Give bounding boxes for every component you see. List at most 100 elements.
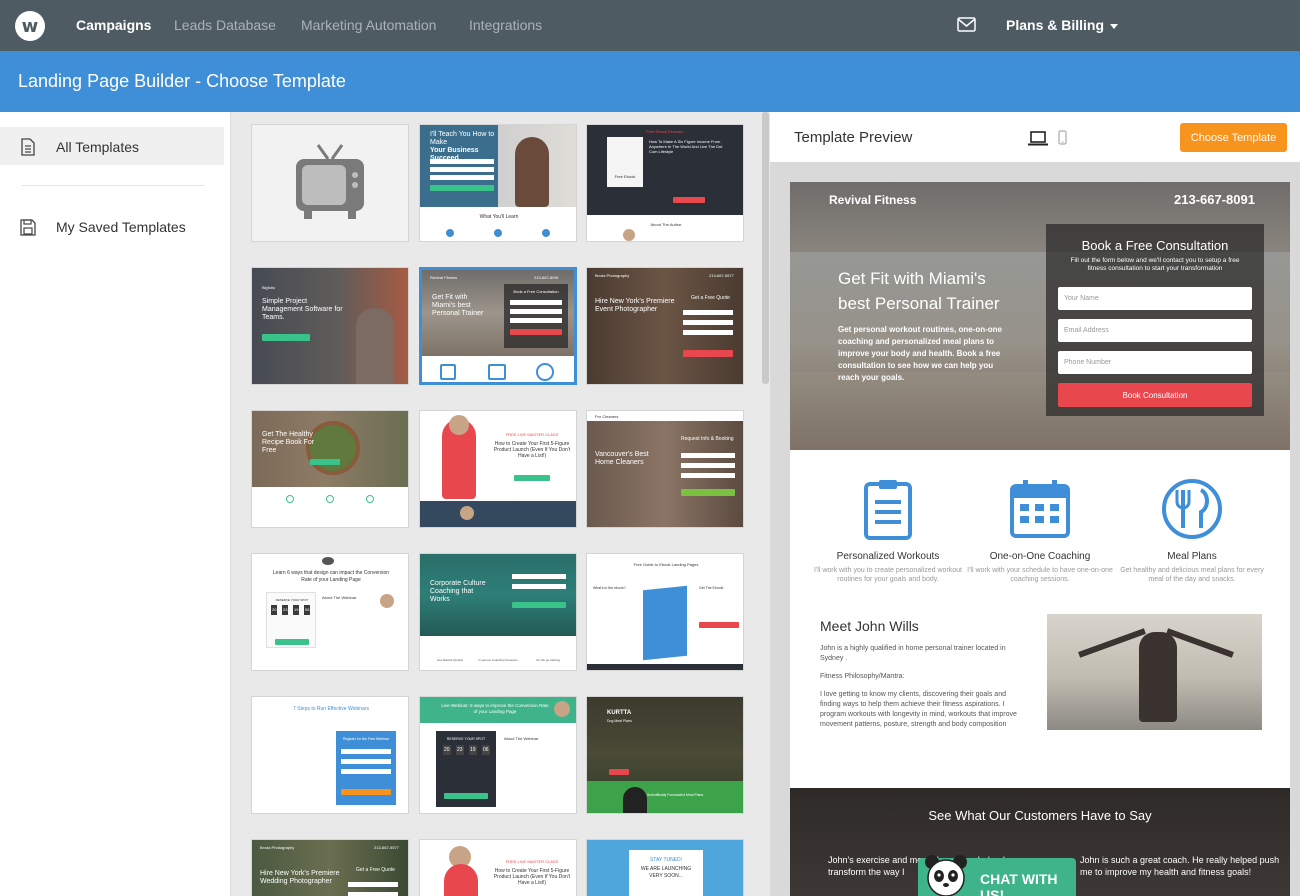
mail-icon[interactable] (957, 17, 976, 32)
thumb-field (683, 330, 733, 335)
thumb-button (681, 489, 735, 496)
page-header: Landing Page Builder - Choose Template (0, 51, 1300, 112)
template-thumb-blank[interactable] (251, 124, 409, 242)
thumb-button (512, 602, 566, 608)
thumb-meal-icon (536, 363, 554, 381)
thumb-text: 213-667-5577 (374, 845, 399, 850)
thumb-field (430, 167, 494, 172)
thumb-text: Revival Fitness (430, 275, 458, 280)
lp-meet-title: Meet John Wills (820, 618, 919, 634)
template-thumb-design-webinar[interactable]: Learn 6 ways that design can impact the … (251, 553, 409, 671)
template-thumb-business-coach[interactable]: I'll Teach You How to Make Your Business … (419, 124, 577, 242)
lp-phone: 213-667-8091 (1174, 192, 1255, 207)
desktop-icon[interactable] (1028, 131, 1048, 146)
thumb-avatar (623, 229, 635, 241)
lp-headline: Get Fit with Miami's best Personal Train… (838, 269, 1000, 313)
thumb-icon (286, 495, 294, 503)
thumb-icon (494, 229, 502, 237)
thumb-icon (542, 229, 550, 237)
thumb-text: Simple Project Management Software for T… (262, 298, 343, 321)
thumb-button (262, 334, 310, 341)
thumb-text: Get The Healthy Recipe Book For Free (262, 431, 315, 454)
thumb-avatar (460, 506, 474, 520)
lp-subtext: Get personal workout routines, one-on-on… (838, 325, 1003, 382)
thumb-person-head (449, 415, 469, 435)
landing-page-preview: Revival Fitness 213-667-8091 Get Fit wit… (790, 182, 1290, 896)
nav-integrations[interactable]: Integrations (469, 17, 542, 33)
thumb-clipboard-icon (440, 364, 456, 380)
mobile-icon[interactable] (1058, 130, 1067, 145)
sidebar-item-all-templates[interactable]: All Templates (0, 127, 224, 165)
template-thumb-effective-webinars[interactable]: 7 Steps to Run Effective Webinars Regist… (251, 696, 409, 814)
thumb-person (515, 137, 549, 207)
thumb-footer (587, 664, 743, 670)
lp-consultation-form: Book a Free Consultation Fill out the fo… (1046, 224, 1264, 416)
template-thumb-corporate-coaching[interactable]: Corporate Culture Coaching that Works Ge… (419, 553, 577, 671)
thumb-footer (420, 501, 576, 527)
lp-phone-input[interactable]: Phone Number (1058, 351, 1252, 374)
sidebar: All Templates My Saved Templates (0, 112, 231, 896)
chat-widget[interactable]: CHAT WITH US! (918, 855, 1076, 896)
thumb-text: How To Make A Six Figure Income From Any… (649, 139, 723, 154)
nav-marketing-automation[interactable]: Marketing Automation (301, 17, 436, 33)
thumb-text: On the go training (536, 658, 560, 662)
choose-template-button[interactable]: Choose Template (1180, 123, 1287, 152)
page-title: Landing Page Builder - Choose Template (18, 71, 346, 91)
plate-cutlery-icon (1162, 479, 1222, 539)
template-thumb-coming-soon[interactable]: STAY TUNED! WE ARE LAUNCHING VERY SOON..… (586, 839, 744, 896)
thumb-field (681, 453, 735, 458)
thumb-text: Get Fit with Miami's best Personal Train… (432, 294, 484, 317)
grid-scrollbar[interactable] (762, 112, 769, 384)
template-thumb-ebook[interactable]: Free Ebook Reveals... How To Make A Six … (586, 124, 744, 242)
template-thumb-fitness[interactable]: Revival Fitness 213-667-8091 Get Fit wit… (419, 267, 577, 385)
thumb-text: Free Guide to Ebook Landing Pages (633, 562, 699, 567)
lp-book-consultation-button[interactable]: Book Consultation (1058, 383, 1252, 407)
thumb-text: 213-667-5577 (709, 273, 734, 278)
thumb-form: RESERVE YOUR SPOT 20 23 19 06 (436, 731, 496, 807)
app-logo[interactable]: w (15, 11, 45, 41)
thumb-text: Get Started Quickly (436, 658, 463, 662)
sidebar-item-saved-templates[interactable]: My Saved Templates (0, 207, 224, 245)
panda-icon (925, 855, 967, 896)
thumb-field (683, 320, 733, 325)
template-thumb-event-photographer[interactable]: Brvda Photography 213-667-5577 Hire New … (586, 267, 744, 385)
thumb-field (430, 159, 494, 164)
preview-title: Template Preview (794, 129, 913, 146)
thumb-button (699, 622, 739, 628)
lp-feature-desc: I'll work with your schedule to have one… (967, 567, 1113, 583)
template-thumb-dog-meal-plans[interactable]: KURTTA Dog Meal Plans Scientifically For… (586, 696, 744, 814)
template-thumb-master-class-2[interactable]: FREE LIVE MASTER CLASS How to Create You… (419, 839, 577, 896)
template-thumb-home-cleaners[interactable]: Pro Cleaners Vancouver's Best Home Clean… (586, 410, 744, 528)
tv-icon (296, 144, 364, 219)
thumb-text: What You'll Learn (479, 214, 519, 220)
lp-feature-meals: Meal Plans Get healthy and delicious mea… (1112, 478, 1272, 584)
lp-feature-name: Meal Plans (1167, 551, 1217, 562)
lp-feature-name: Personalized Workouts (836, 551, 940, 562)
thumb-text: Corporate Culture Coaching that Works (430, 580, 486, 603)
template-thumb-master-class[interactable]: FREE LIVE MASTER CLASS How to Create You… (419, 410, 577, 528)
thumb-form: RESERVE YOUR SPOT 20 23 19 06 (266, 592, 316, 648)
thumb-field (512, 574, 566, 579)
template-thumb-project-management[interactable]: Bigfolio Simple Project Management Softw… (251, 267, 409, 385)
template-thumb-wedding-photographer[interactable]: Brvda Photography 213-667-5577 Hire New … (251, 839, 409, 896)
plans-billing-menu[interactable]: Plans & Billing (1006, 17, 1119, 33)
template-thumb-live-webinar[interactable]: Live Webinar: 6 ways to improve the Conv… (419, 696, 577, 814)
thumb-text: Get a Free Quote (356, 867, 395, 873)
nav-leads-database[interactable]: Leads Database (174, 17, 276, 33)
lp-email-input[interactable]: Email Address (1058, 319, 1252, 342)
thumb-text: How to Create Your First 5-Figure Produc… (493, 868, 571, 886)
thumb-form: Book a Free Consultation (504, 284, 568, 348)
thumb-button (673, 197, 705, 203)
top-navbar: w Campaigns Leads Database Marketing Aut… (0, 0, 1300, 51)
lp-name-input[interactable]: Your Name (1058, 287, 1252, 310)
thumb-field (683, 310, 733, 315)
thumb-text: 213-667-8091 (534, 275, 559, 280)
thumb-text: Scientifically Formulated Meal Plans (647, 793, 704, 797)
template-thumb-ebook-guide[interactable]: Free Guide to Ebook Landing Pages What's… (586, 553, 744, 671)
thumb-icon (326, 495, 334, 503)
template-thumb-recipe-book[interactable]: Get The Healthy Recipe Book For Free (251, 410, 409, 528)
thumb-ebook-cover (643, 585, 687, 661)
nav-campaigns[interactable]: Campaigns (76, 17, 151, 33)
preview-header: Template Preview Choose Template (770, 112, 1300, 162)
lp-trainer-photo (1047, 614, 1262, 730)
